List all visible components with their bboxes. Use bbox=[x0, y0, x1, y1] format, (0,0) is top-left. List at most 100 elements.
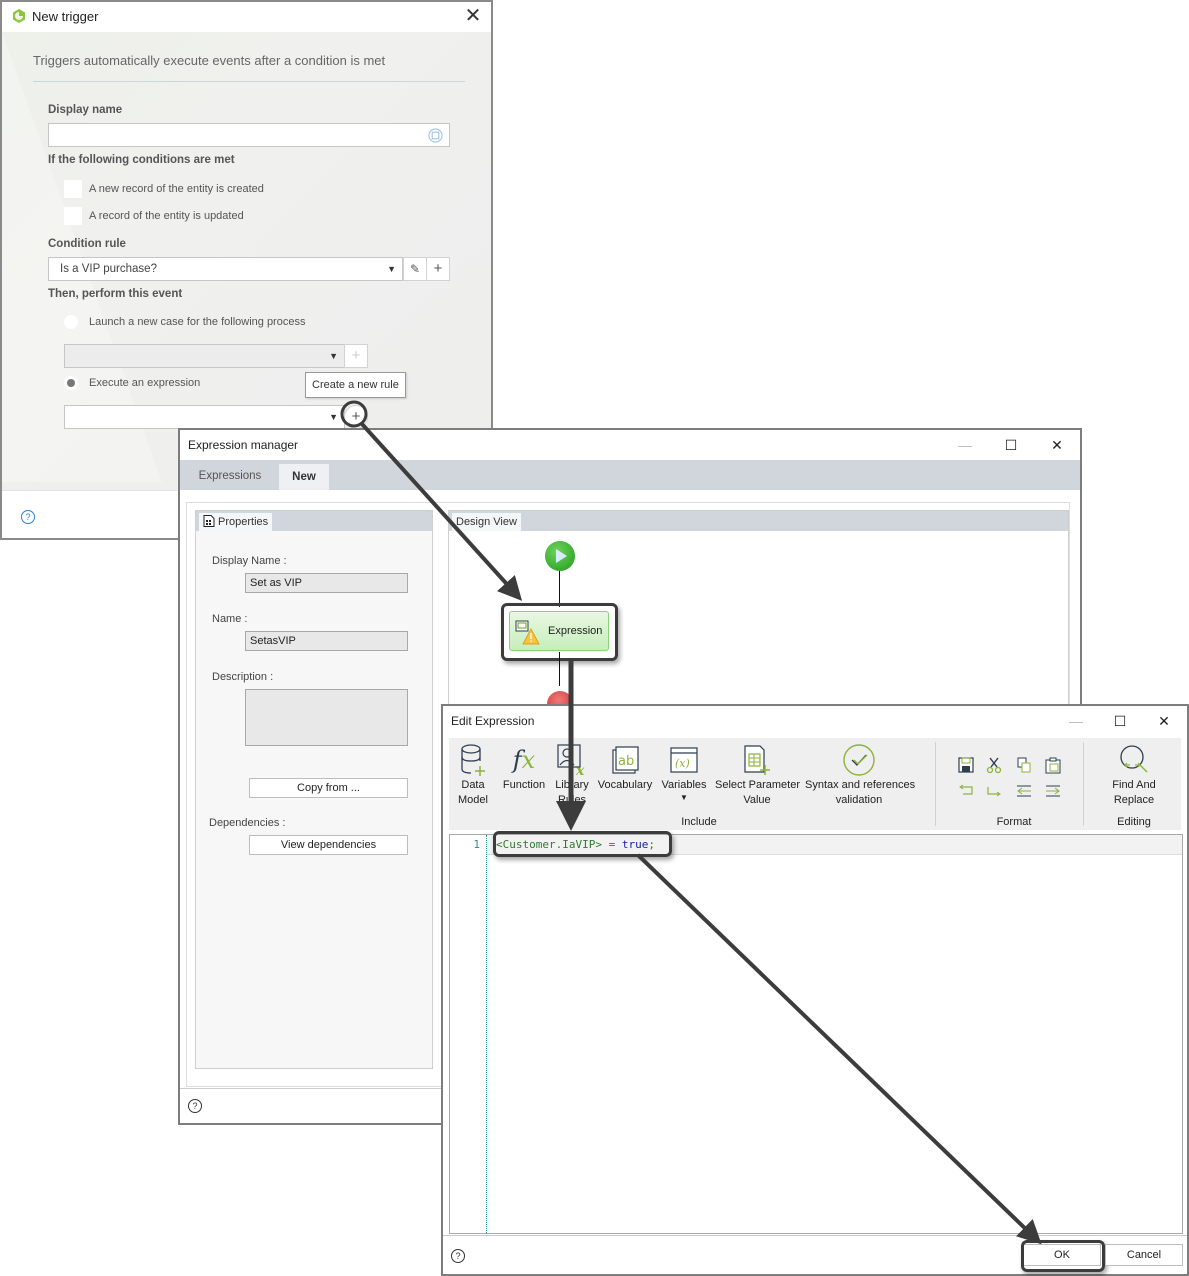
tab-strip: Expressions New bbox=[180, 460, 1080, 490]
process-select[interactable]: ▼ bbox=[64, 344, 345, 368]
data-model-button[interactable]: Data Model bbox=[453, 742, 493, 808]
include-group-label: Include bbox=[681, 816, 717, 828]
condition-rule-select[interactable]: Is a VIP purchase? ▼ bbox=[48, 257, 403, 281]
checkbox-record-created-label: A new record of the entity is created bbox=[89, 183, 264, 195]
parameter-table-icon bbox=[744, 745, 770, 775]
radio-execute-expression-label: Execute an expression bbox=[89, 377, 201, 389]
display-name-input[interactable] bbox=[48, 123, 450, 147]
copy-icon[interactable] bbox=[1015, 756, 1033, 774]
expression-select[interactable]: ▼ bbox=[64, 405, 345, 429]
vocabulary-button[interactable]: ab Vocabulary bbox=[597, 742, 653, 793]
close-button[interactable]: ✕ bbox=[1153, 710, 1175, 732]
chevron-down-icon: ▼ bbox=[387, 264, 396, 274]
vocabulary-label: Vocabulary bbox=[597, 779, 653, 791]
title-bar: Edit Expression — ☐ ✕ bbox=[443, 706, 1187, 736]
database-icon bbox=[461, 744, 485, 776]
add-process-button[interactable]: + bbox=[344, 344, 368, 368]
start-event-node[interactable] bbox=[545, 541, 575, 571]
plus-icon: + bbox=[433, 260, 443, 277]
variables-button[interactable]: (x) Variables ▼ bbox=[659, 742, 709, 803]
library-rules-button[interactable]: x Library Rules bbox=[552, 742, 592, 808]
subtitle: Triggers automatically execute events af… bbox=[33, 53, 386, 68]
ribbon-toolbar: Data Model fx Function x Library Rules a… bbox=[449, 738, 1181, 830]
properties-tab[interactable]: Properties bbox=[198, 512, 274, 531]
vocabulary-icon: ab bbox=[612, 746, 639, 774]
find-replace-label: Find And Replace bbox=[1112, 779, 1156, 806]
title-bar: Expression manager — ☐ ✕ bbox=[180, 430, 1080, 460]
svg-text:x: x bbox=[575, 763, 585, 777]
radio-launch-process[interactable] bbox=[64, 315, 78, 329]
view-dependencies-button[interactable]: View dependencies bbox=[249, 835, 408, 855]
description-label: Description : bbox=[212, 671, 274, 683]
app-logo-icon bbox=[13, 9, 25, 23]
tab-new[interactable]: New bbox=[278, 463, 330, 490]
copy-from-button[interactable]: Copy from ... bbox=[249, 778, 408, 798]
select-parameter-value-button[interactable]: Select Parameter Value bbox=[715, 742, 800, 808]
tab-expressions[interactable]: Expressions bbox=[188, 463, 272, 490]
format-group-label: Format bbox=[996, 816, 1032, 828]
outdent-icon[interactable] bbox=[1015, 782, 1033, 800]
properties-pane: Properties Display Name : Set as VIP Nam… bbox=[195, 510, 433, 1069]
redo-icon[interactable] bbox=[985, 782, 1003, 800]
find-replace-button[interactable]: Find And Replace bbox=[1099, 742, 1169, 808]
edit-rule-button[interactable]: ✎ bbox=[403, 257, 427, 281]
highlight-frame bbox=[493, 831, 672, 857]
editing-group-label: Editing bbox=[1117, 816, 1151, 828]
title-bar: New trigger ✕ bbox=[2, 2, 491, 32]
radio-launch-process-label: Launch a new case for the following proc… bbox=[89, 316, 306, 328]
add-rule-button[interactable]: + bbox=[426, 257, 450, 281]
cut-icon[interactable] bbox=[985, 756, 1003, 774]
help-icon[interactable]: ? bbox=[21, 510, 35, 524]
help-icon[interactable]: ? bbox=[188, 1099, 202, 1113]
name-input[interactable]: SetasVIP bbox=[245, 631, 408, 651]
divider bbox=[33, 81, 465, 82]
close-button[interactable]: ✕ bbox=[461, 5, 485, 29]
description-input[interactable] bbox=[245, 689, 408, 746]
maximize-button[interactable]: ☐ bbox=[1000, 434, 1022, 456]
cancel-button[interactable]: Cancel bbox=[1105, 1244, 1183, 1266]
radio-execute-expression[interactable] bbox=[64, 376, 78, 390]
maximize-button[interactable]: ☐ bbox=[1109, 710, 1131, 732]
window-title: Expression manager bbox=[188, 438, 299, 452]
variables-icon: (x) bbox=[670, 747, 698, 773]
paste-icon[interactable] bbox=[1044, 756, 1062, 774]
select-parameter-value-label: Select Parameter Value bbox=[715, 779, 800, 806]
dependencies-label: Dependencies : bbox=[209, 817, 286, 829]
translate-icon[interactable] bbox=[428, 128, 443, 143]
syntax-validation-label: Syntax and references validation bbox=[805, 779, 916, 806]
syntax-validation-button[interactable]: Syntax and references validation bbox=[805, 742, 916, 808]
save-icon[interactable] bbox=[957, 756, 975, 774]
design-view-tab[interactable]: Design View bbox=[451, 512, 522, 531]
variables-label: Variables bbox=[661, 779, 707, 791]
checkbox-record-created[interactable] bbox=[64, 180, 82, 198]
window-footer: ? OK Cancel bbox=[443, 1235, 1187, 1274]
minimize-button[interactable]: — bbox=[1065, 710, 1087, 732]
properties-icon bbox=[203, 515, 215, 527]
design-view-header: Design View bbox=[449, 511, 1068, 531]
window-title: Edit Expression bbox=[451, 714, 535, 728]
minimize-button[interactable]: — bbox=[954, 434, 976, 456]
flow-connector bbox=[559, 652, 560, 686]
help-icon[interactable]: ? bbox=[451, 1249, 465, 1263]
undo-icon[interactable] bbox=[957, 782, 975, 800]
code-editor[interactable]: 1 <Customer.IaVIP> = true; bbox=[449, 831, 1183, 1234]
edit-expression-window: Edit Expression — ☐ ✕ Data Model fx Func… bbox=[441, 704, 1189, 1276]
function-button[interactable]: fx Function bbox=[499, 742, 549, 793]
checkbox-record-updated[interactable] bbox=[64, 207, 82, 225]
properties-header: Properties bbox=[196, 511, 432, 531]
chevron-down-icon: ▼ bbox=[329, 412, 338, 422]
indent-icon[interactable] bbox=[1044, 782, 1062, 800]
line-number: 1 bbox=[473, 838, 480, 851]
event-label: Then, perform this event bbox=[48, 288, 183, 300]
close-button[interactable]: ✕ bbox=[1046, 434, 1068, 456]
function-fx-icon: fx bbox=[512, 745, 536, 774]
flow-connector bbox=[559, 571, 560, 607]
chevron-down-icon: ▼ bbox=[329, 351, 338, 361]
dropdown-arrow-icon: ▼ bbox=[680, 793, 688, 802]
create-new-rule-button[interactable]: + bbox=[344, 405, 368, 429]
ribbon-separator bbox=[935, 742, 936, 826]
conditions-label: If the following conditions are met bbox=[48, 154, 235, 166]
line-number-gutter: 1 bbox=[450, 835, 487, 1233]
display-name-input[interactable]: Set as VIP bbox=[245, 573, 408, 593]
ribbon-separator bbox=[1083, 742, 1084, 826]
